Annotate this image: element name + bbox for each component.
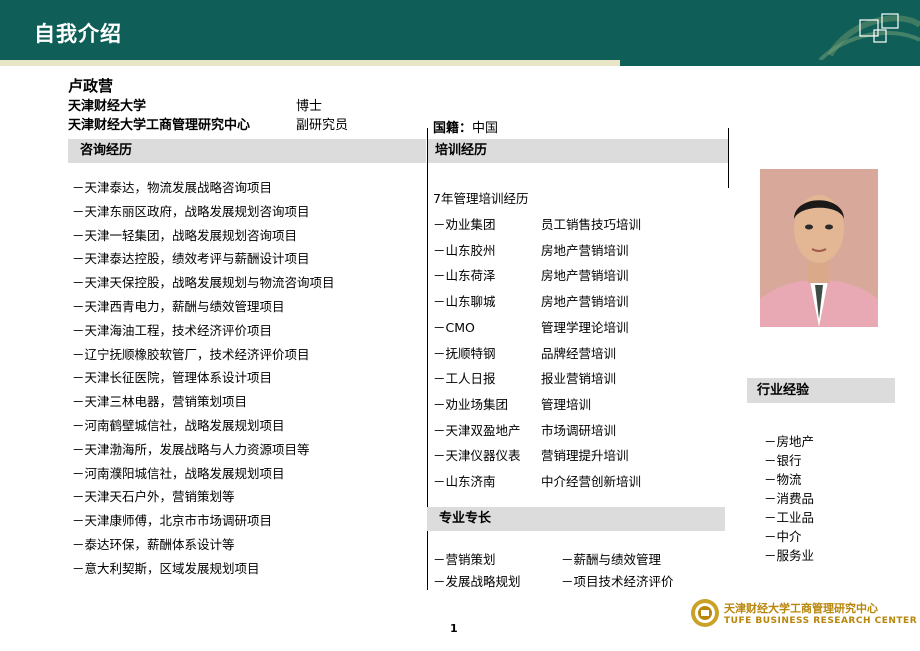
profile-photo: [760, 169, 878, 327]
training-intro: 7年管理培训经历: [433, 191, 529, 206]
training-item: －山东聊城 房地产营销培训: [433, 289, 641, 315]
training-item: －山东胶州 房地产营销培训: [433, 238, 641, 264]
industry-item: －消费品: [764, 491, 815, 506]
industry-item: －房地产: [764, 434, 815, 449]
training-item: －山东荷泽 房地产营销培训: [433, 263, 641, 289]
training-item: －天津仪器仪表 营销理提升培训: [433, 443, 641, 469]
training-item: －天津双盈地产 市场调研培训: [433, 418, 641, 444]
training-org: －劝业场集团: [433, 396, 509, 412]
consulting-item: －天津康师傅，北京市市场调研项目: [72, 513, 273, 529]
nationality: 国籍：中国: [433, 117, 498, 136]
consulting-item: －辽宁抚顺橡胶软管厂，技术经济评价项目: [72, 346, 310, 362]
footer-center-name-en: TUFE BUSINESS RESEARCH CENTER: [724, 616, 918, 626]
person-name: 卢政营: [68, 77, 114, 95]
training-org: －山东聊城: [433, 294, 496, 310]
header-stripe: [0, 60, 920, 66]
training-item: －CMO 管理学理论培训: [433, 315, 641, 341]
consulting-item: －泰达环保，薪酬体系设计等: [72, 536, 235, 552]
footer-center-name: 天津财经大学工商管理研究中心: [724, 602, 878, 615]
training-org: －山东胶州: [433, 242, 496, 258]
page-number: 1: [450, 622, 458, 635]
consulting-item: －天津渤海所，发展战略与人力资源项目等: [72, 441, 310, 457]
training-topic: 中介经营创新培训: [541, 474, 642, 490]
training-topic: 营销理提升培训: [541, 448, 629, 464]
training-section-title: 培训经历: [427, 139, 729, 163]
training-org: －工人日报: [433, 371, 496, 387]
consulting-item: －天津海油工程，技术经济评价项目: [72, 322, 273, 338]
nationality-label: 国籍：: [433, 121, 473, 136]
industry-list: －房地产 －银行 －物流 －消费品 －工业品 －中介 －服务业: [764, 432, 814, 565]
university-seal-icon: [691, 599, 719, 627]
consulting-item: －意大利契斯，区域发展规划项目: [72, 560, 260, 576]
consulting-item: －天津天石户外，营销策划等: [72, 489, 235, 505]
training-topic: 房地产营销培训: [541, 242, 629, 258]
person-degree: 博士: [296, 99, 323, 114]
expertise-section-title: 专业专长: [427, 507, 725, 531]
training-topic: 报业营销培训: [541, 371, 617, 387]
expertise-list: －营销策划 －薪酬与绩效管理 －发展战略规划 －项目技术经济评价: [433, 549, 674, 593]
consulting-item: －天津泰达控股，绩效考评与薪酬设计项目: [72, 251, 310, 267]
expertise-item: －发展战略规划: [433, 574, 521, 589]
expertise-item: －项目技术经济评价: [561, 574, 674, 589]
training-topic: 房地产营销培训: [541, 268, 629, 284]
expertise-row: －营销策划 －薪酬与绩效管理: [433, 549, 674, 571]
training-item: －山东济南 中介经营创新培训: [433, 469, 641, 495]
industry-item: －银行: [764, 453, 802, 468]
header-bar: 自我介绍: [0, 0, 920, 60]
training-org: －天津仪器仪表: [433, 448, 521, 464]
consulting-item: －天津长征医院，管理体系设计项目: [72, 370, 273, 386]
consulting-item: －天津泰达，物流发展战略咨询项目: [72, 180, 273, 195]
consulting-item: －河南濮阳城信社，战略发展规划项目: [72, 465, 285, 481]
training-topic: 市场调研培训: [541, 422, 617, 438]
training-topic: 管理学理论培训: [541, 319, 629, 335]
expertise-item: －营销策划: [433, 552, 496, 567]
training-list: －劝业集团 员工销售技巧培训 －山东胶州 房地产营销培训 －山东荷泽 房地产营销培训 －山东…: [433, 212, 641, 495]
training-org: －抚顺特钢: [433, 345, 496, 361]
column-divider-right: [728, 128, 729, 188]
training-topic: 品牌经营培训: [541, 345, 617, 361]
industry-item: －服务业: [764, 548, 815, 563]
training-org: －CMO: [433, 319, 475, 335]
training-topic: 房地产营销培训: [541, 294, 629, 310]
person-position: 副研究员: [296, 118, 349, 133]
consulting-item: －天津三林电器，营销策划项目: [72, 394, 248, 410]
training-org: －山东荷泽: [433, 268, 496, 284]
expertise-item: －薪酬与绩效管理: [561, 552, 662, 567]
training-topic: 管理培训: [541, 396, 592, 412]
page-title: 自我介绍: [34, 22, 122, 46]
training-item: －劝业集团 员工销售技巧培训: [433, 212, 641, 238]
consulting-item: －天津天保控股，战略发展规划与物流咨询项目: [72, 275, 335, 291]
training-item: －抚顺特钢 品牌经营培训: [433, 341, 641, 367]
person-school: 天津财经大学: [68, 99, 147, 114]
header-decoration-icon: [818, 13, 920, 60]
consulting-item: －天津西青电力，薪酬与绩效管理项目: [72, 298, 285, 314]
training-topic: 员工销售技巧培训: [541, 217, 642, 232]
training-org: －山东济南: [433, 474, 496, 490]
training-item: －劝业场集团 管理培训: [433, 392, 641, 418]
consulting-list: －天津泰达，物流发展战略咨询项目 －天津东丽区政府，战略发展规划咨询项目 －天津一轻…: [72, 176, 335, 581]
training-org: －天津双盈地产: [433, 422, 521, 438]
nationality-value: 中国: [472, 121, 499, 136]
expertise-row: －发展战略规划 －项目技术经济评价: [433, 571, 674, 593]
consulting-item: －河南鹤壁城信社，战略发展规划项目: [72, 417, 285, 433]
consulting-section-title: 咨询经历: [68, 139, 426, 163]
industry-item: －物流: [764, 472, 802, 487]
training-item: －工人日报 报业营销培训: [433, 366, 641, 392]
training-org: －劝业集团: [433, 217, 496, 232]
person-center: 天津财经大学工商管理研究中心: [68, 118, 251, 133]
consulting-item: －天津东丽区政府，战略发展规划咨询项目: [72, 203, 310, 219]
consulting-item: －天津一轻集团，战略发展规划咨询项目: [72, 227, 298, 243]
industry-item: －工业品: [764, 510, 815, 525]
industry-item: －中介: [764, 529, 802, 544]
industry-section-title: 行业经验: [747, 378, 895, 403]
